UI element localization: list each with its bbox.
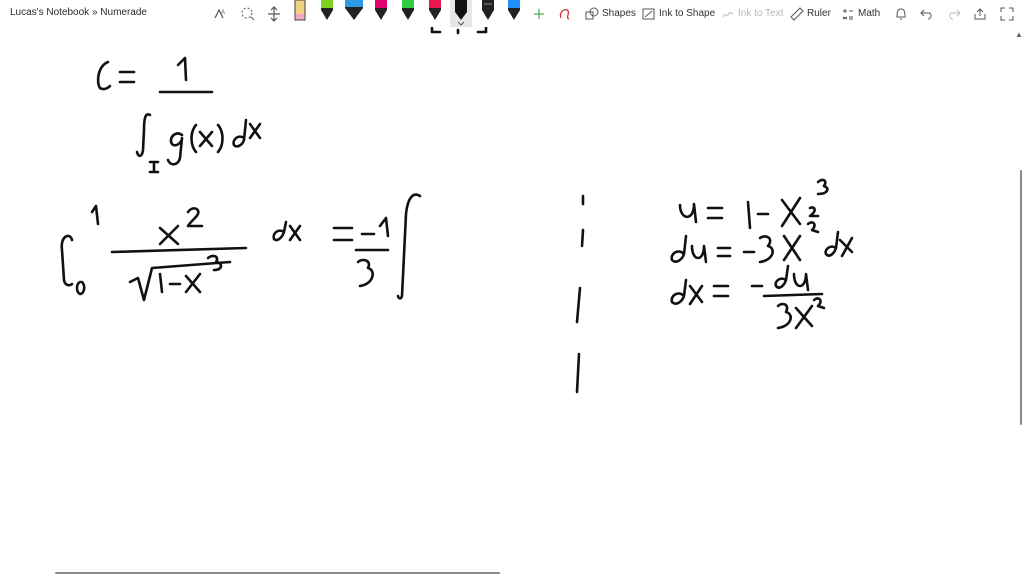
black-pen-icon[interactable] (477, 0, 499, 27)
ink-canvas[interactable] (0, 27, 1024, 576)
blue-pen-icon[interactable] (503, 0, 525, 27)
add-pen-icon[interactable] (532, 0, 546, 27)
shapes-icon (585, 7, 599, 19)
ruler-label: Ruler (807, 8, 831, 19)
ruler-icon (790, 6, 804, 21)
ink-stroke-top-fragment (430, 27, 488, 35)
ribbon-toolbar: Lucas's Notebook » Numerade A Shapes Ink… (0, 0, 1024, 27)
ink-to-shape-icon (642, 8, 655, 19)
math-button[interactable]: Math (841, 0, 880, 27)
math-icon (842, 8, 853, 19)
vertical-scrollbar-thumb[interactable] (1020, 170, 1022, 425)
undo-icon[interactable] (920, 0, 934, 27)
ink-divider-marks (575, 194, 585, 394)
ink-equation-u-substitution (670, 178, 854, 330)
scroll-up-arrow-icon[interactable]: ▲ (1014, 30, 1024, 40)
black-pen-selected-icon[interactable] (450, 0, 472, 27)
shapes-button[interactable]: Shapes (585, 0, 636, 27)
ink-to-text-button[interactable]: Ink to Text (721, 0, 783, 27)
magenta-pen-icon[interactable] (370, 0, 392, 27)
ink-replay-icon[interactable] (557, 0, 573, 27)
ink-to-text-icon (722, 11, 734, 17)
math-label: Math (858, 8, 881, 19)
lasso-icon[interactable] (240, 0, 256, 27)
lasso-select-icon[interactable]: A (212, 0, 228, 27)
bell-icon[interactable] (894, 0, 908, 27)
green-pen-icon[interactable] (316, 0, 338, 27)
add-space-icon[interactable] (266, 0, 282, 27)
shapes-label: Shapes (602, 8, 636, 19)
redo-icon[interactable] (947, 0, 961, 27)
svg-text:A: A (221, 10, 225, 16)
ink-equation-c-definition (96, 56, 262, 174)
red-pen-icon[interactable] (424, 0, 446, 27)
ink-to-shape-label: Ink to Shape (659, 8, 716, 19)
fullscreen-icon[interactable] (1000, 0, 1014, 27)
ruler-button[interactable]: Ruler (790, 0, 831, 27)
ink-equation-integral (60, 193, 422, 302)
breadcrumb[interactable]: Lucas's Notebook » Numerade (10, 7, 147, 18)
highlighter-pen-icon[interactable] (289, 0, 311, 27)
ink-to-text-label: Ink to Text (738, 8, 784, 19)
ink-to-shape-button[interactable]: Ink to Shape (642, 0, 715, 27)
blue-marker-icon[interactable] (343, 0, 365, 27)
green-pen-2-icon[interactable] (397, 0, 419, 27)
share-icon[interactable] (973, 0, 987, 27)
horizontal-scrollbar-thumb[interactable] (55, 572, 500, 574)
